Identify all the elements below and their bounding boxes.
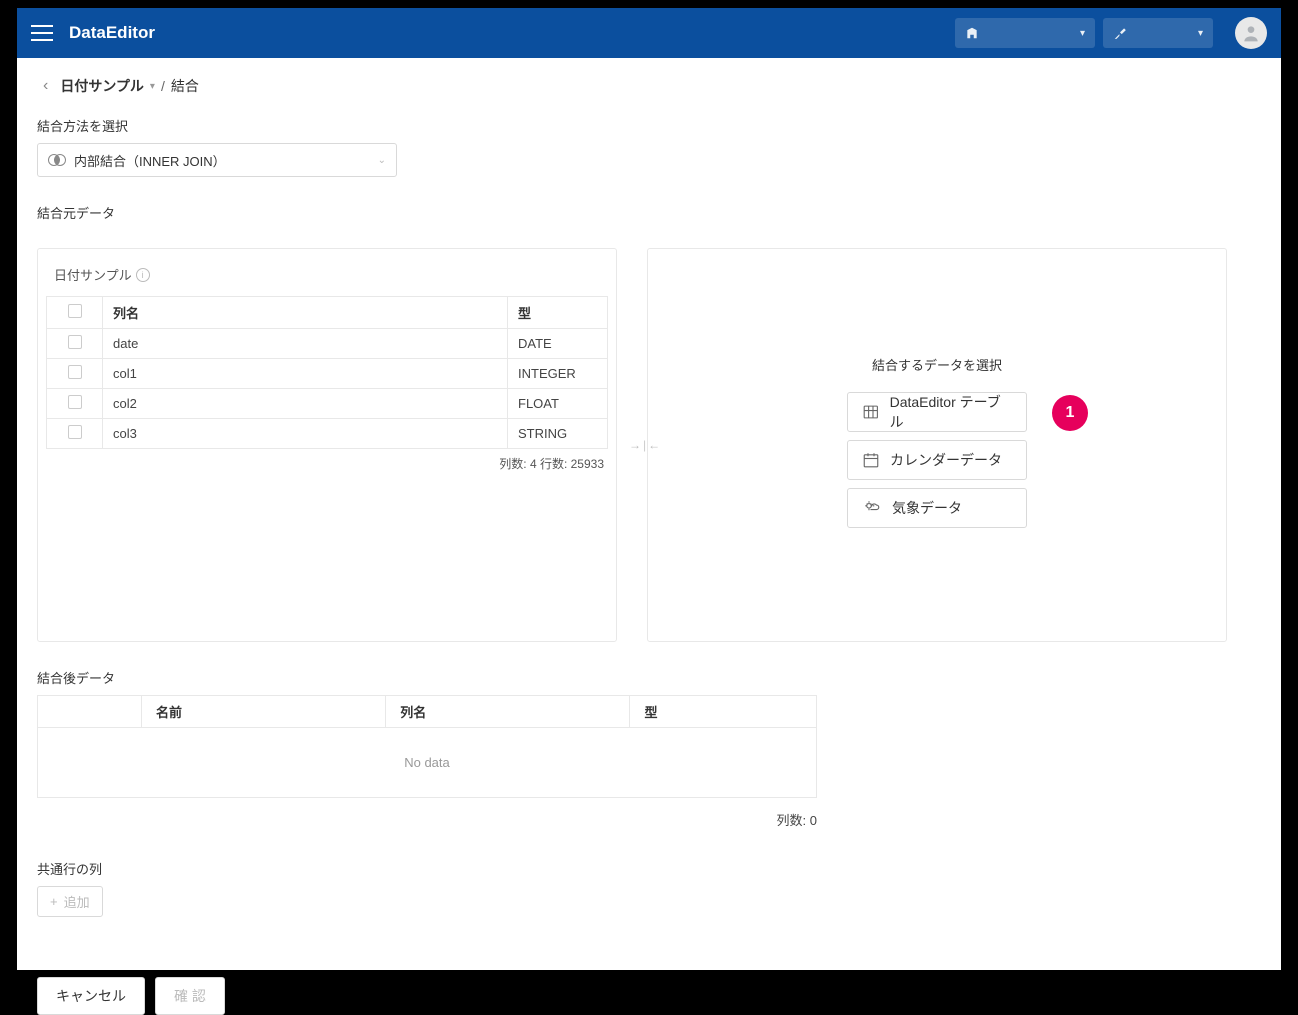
result-label: 結合後データ	[37, 668, 1271, 687]
user-icon	[1241, 23, 1261, 43]
result-count: 列数: 0	[37, 798, 817, 829]
cancel-button[interactable]: キャンセル	[37, 977, 145, 1015]
wrench-icon	[1113, 26, 1127, 40]
common-label: 共通行の列	[37, 859, 1271, 878]
table-row: dateDATE	[47, 329, 608, 359]
confirm-button[interactable]: 確 認	[155, 977, 225, 1015]
join-method-select[interactable]: 内部結合（INNER JOIN） ⌄	[37, 143, 397, 177]
col-header-name: 列名	[103, 297, 508, 329]
result-header-type: 型	[630, 696, 817, 728]
option-dataeditor-table[interactable]: DataEditor テーブル 1	[847, 392, 1027, 432]
col-header-type: 型	[508, 297, 608, 329]
add-button[interactable]: + 追加	[37, 886, 103, 917]
join-method-value: 内部結合（INNER JOIN）	[74, 151, 226, 170]
table-row: col2FLOAT	[47, 389, 608, 419]
header-dropdown-2[interactable]: ▾	[1103, 18, 1213, 48]
header-dropdown-1[interactable]: ▾	[955, 18, 1095, 48]
source-panel: 日付サンプル i 列名 型 dateDATE col1INTEGER col2F…	[37, 248, 617, 642]
breadcrumb-separator: /	[161, 78, 165, 94]
source-columns-table: 列名 型 dateDATE col1INTEGER col2FLOAT col3…	[46, 296, 608, 449]
user-avatar[interactable]	[1235, 17, 1267, 49]
row-checkbox[interactable]	[68, 425, 82, 439]
row-checkbox[interactable]	[68, 335, 82, 349]
option-calendar-data[interactable]: カレンダーデータ	[847, 440, 1027, 480]
back-button[interactable]: ‹	[37, 77, 54, 95]
option-weather-data[interactable]: 気象データ	[847, 488, 1027, 528]
row-checkbox[interactable]	[68, 395, 82, 409]
calendar-icon	[862, 451, 880, 469]
chevron-down-icon: ⌄	[378, 155, 386, 166]
app-title: DataEditor	[69, 23, 155, 43]
callout-badge: 1	[1052, 395, 1088, 431]
source-label: 結合元データ	[37, 203, 1271, 222]
result-header-blank	[38, 696, 142, 728]
resize-handle[interactable]: →|←	[629, 438, 660, 452]
row-checkbox[interactable]	[68, 365, 82, 379]
weather-icon	[862, 499, 882, 517]
chevron-down-icon: ▾	[1198, 28, 1203, 39]
table-icon	[862, 403, 880, 421]
building-icon	[965, 26, 979, 40]
target-title: 結合するデータを選択	[872, 355, 1002, 374]
table-row: col1INTEGER	[47, 359, 608, 389]
source-panel-title: 日付サンプル	[54, 265, 132, 284]
source-count: 列数: 4 行数: 25933	[46, 449, 608, 472]
plus-icon: +	[50, 894, 58, 909]
chevron-down-icon: ▾	[1080, 28, 1085, 39]
table-row: col3STRING	[47, 419, 608, 449]
menu-icon[interactable]	[31, 25, 53, 41]
select-all-checkbox[interactable]	[68, 304, 82, 318]
target-panel: 結合するデータを選択 DataEditor テーブル 1 カレンダーデータ 気象…	[647, 248, 1227, 642]
breadcrumb: ‹ 日付サンプル ▾ / 結合	[27, 76, 1281, 96]
result-table: 名前 列名 型	[37, 695, 817, 728]
inner-join-icon	[48, 153, 66, 167]
join-method-label: 結合方法を選択	[37, 116, 1271, 135]
result-header-name: 名前	[142, 696, 386, 728]
chevron-down-icon[interactable]: ▾	[150, 81, 155, 92]
breadcrumb-item-2: 結合	[171, 76, 199, 96]
result-header-col: 列名	[386, 696, 630, 728]
result-no-data: No data	[37, 728, 817, 798]
info-icon[interactable]: i	[136, 268, 150, 282]
breadcrumb-item-1[interactable]: 日付サンプル	[60, 76, 144, 96]
